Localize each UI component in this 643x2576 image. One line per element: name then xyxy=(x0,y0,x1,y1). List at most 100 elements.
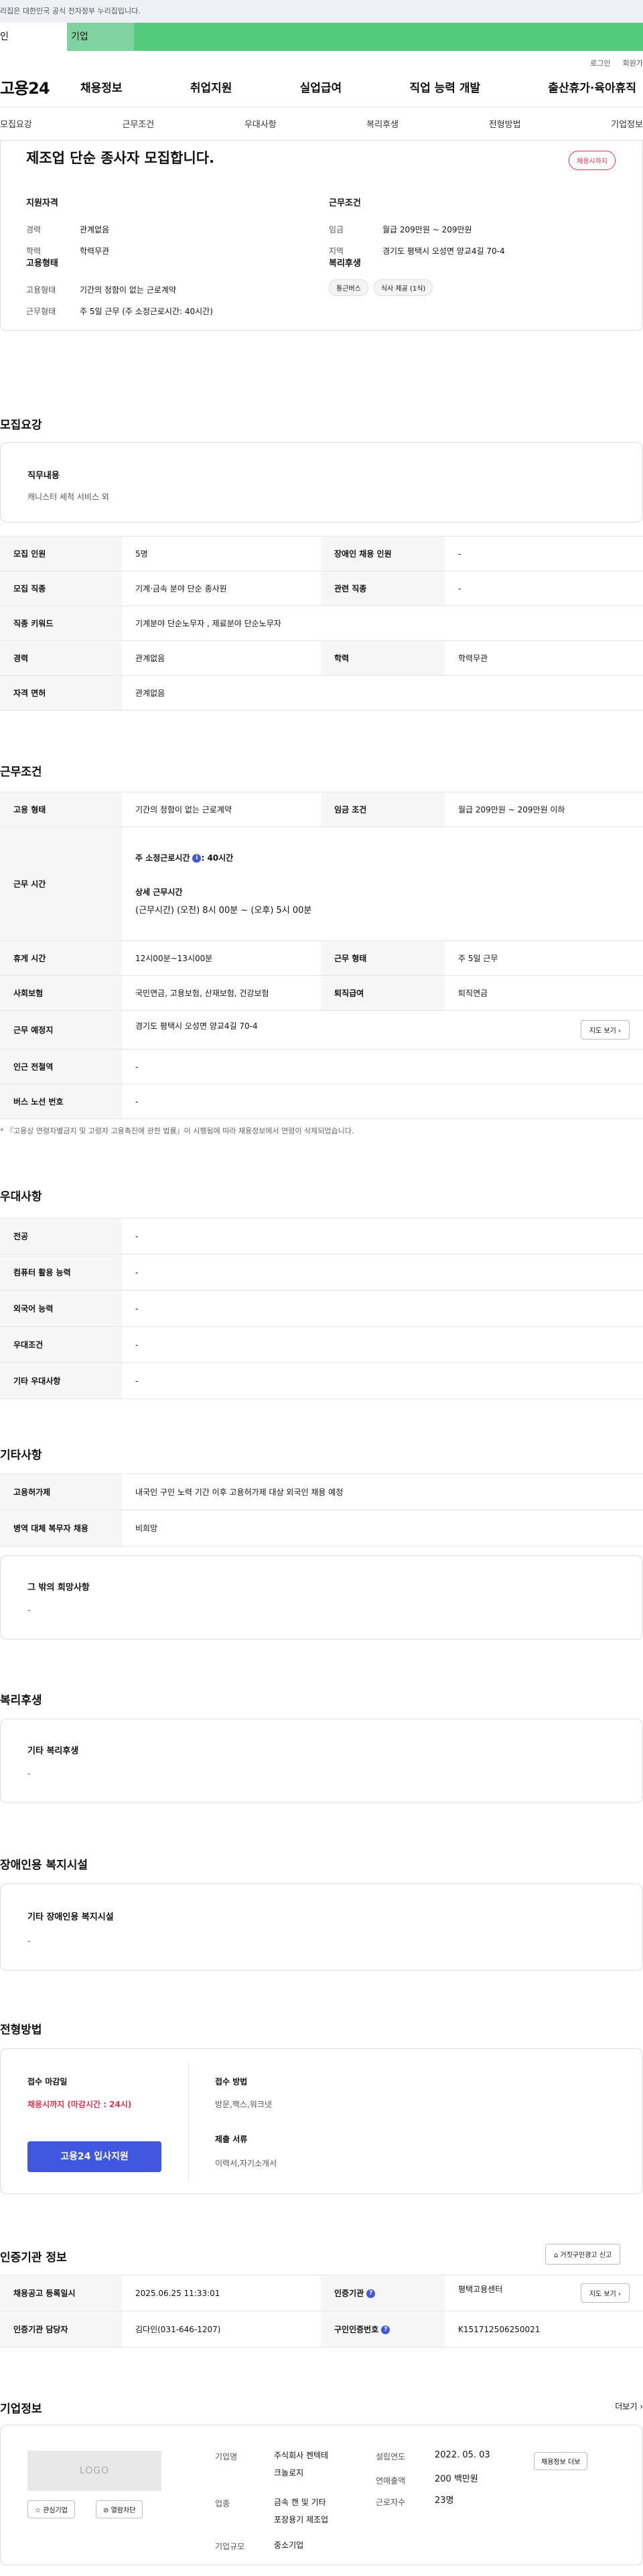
cell: 월급 209만원 ~ 209만원 이하 xyxy=(445,792,643,827)
nav-parental-leave[interactable]: 출산휴가·육아휴직 xyxy=(548,78,636,95)
cell-header: 사회보험 xyxy=(0,975,122,1011)
cell-header: 근무 형태 xyxy=(321,940,445,976)
work-table: 고용 형태 기간의 정함이 없는 근로계약 임금 조건 월급 209만원 ~ 209만… xyxy=(0,792,643,1119)
cell: 관계없음 xyxy=(122,675,643,711)
cell-header: 인증기관 담당자 xyxy=(0,2311,122,2348)
section-title-cert: 인증기관 정보 xyxy=(0,2251,67,2265)
cell: - xyxy=(445,536,643,571)
label: 고용형태 xyxy=(26,285,56,295)
etc-table: 고용허가제 내국인 구인 노력 기간 이후 고용허가제 대상 외국인 채용 예정 … xyxy=(0,1474,643,1547)
welfare-tag: 통근버스 xyxy=(329,279,368,296)
cell: - xyxy=(122,1049,643,1084)
cell: 주 5일 근무 xyxy=(445,940,643,976)
cell-header: 장애인 채용 인원 xyxy=(321,536,445,571)
employment-type-heading: 고용형태 xyxy=(26,259,58,269)
map-button[interactable]: 지도 보기 › xyxy=(580,2283,630,2303)
cell-header: 고용허가제 xyxy=(0,1474,122,1510)
tab-company[interactable]: 기업 xyxy=(67,23,134,51)
cert-number-label: 구인인증번호 xyxy=(334,2325,379,2334)
login-link[interactable]: 로그인 xyxy=(590,59,610,68)
welfare-section: 복리후생 통근버스 식사 제공 (1식) xyxy=(329,256,438,296)
table-row: 인증기관 담당자 김다인(031-646-1207) 구인인증번호? K1517125… xyxy=(0,2311,643,2348)
more-link[interactable]: 더보기 › xyxy=(615,2401,643,2412)
nav-unemployment-benefit[interactable]: 실업급여 xyxy=(300,78,342,95)
utility-links: 로그인 회원가 xyxy=(0,51,643,68)
cell: 5명 xyxy=(122,536,321,571)
welfare-card: 기타 복리후생 - xyxy=(0,1719,643,1803)
job-summary-card: 제조업 단순 종사자 모집합니다. 채용시까지 지원자격 경력 관계없음 학력 학력… xyxy=(0,141,643,331)
duty-label: 직무내용 xyxy=(27,471,60,481)
cell: 학력무관 xyxy=(445,640,643,676)
label: 근무형태 xyxy=(26,307,56,316)
nav-vocational-training[interactable]: 직업 능력 개발 xyxy=(409,78,480,95)
table-row: 고용 형태 기간의 정함이 없는 근로계약 임금 조건 월급 209만원 ~ 209만… xyxy=(0,792,643,827)
weekly-hours-label: 주 소정근로시간 xyxy=(135,853,190,863)
map-button[interactable]: 지도 보기 › xyxy=(580,1020,630,1040)
work-condition-heading: 근무조건 xyxy=(329,198,361,208)
industry-value: 포장용기 제조업 xyxy=(274,2515,329,2524)
label: 임금 xyxy=(329,225,344,234)
qualification-heading: 지원자격 xyxy=(26,198,58,208)
report-button[interactable]: ⌂ 거짓구인광고 신고 xyxy=(545,2244,621,2265)
nav-jobs[interactable]: 채용정보 xyxy=(80,78,123,95)
table-row: 모집 직종 기계·금속 분야 단순 종사원 관련 직종 - xyxy=(0,571,643,606)
work-location: 경기도 평택시 오성면 양교4길 70-4 xyxy=(135,1021,258,1031)
cell: 기간의 정함이 없는 근로계약 xyxy=(122,792,321,827)
status-badge: 채용시까지 xyxy=(569,151,616,170)
info-icon[interactable]: ? xyxy=(381,2325,390,2334)
employees-value: 23명 xyxy=(435,2496,454,2506)
divider xyxy=(188,2062,189,2180)
table-row: 전공 - xyxy=(0,1218,643,1255)
cell-header: 퇴직급여 xyxy=(321,975,445,1011)
info-icon[interactable]: ? xyxy=(366,2289,376,2298)
detail-hours-label: 상세 근무시간 xyxy=(135,887,183,897)
cell: K151712506250021 xyxy=(445,2311,643,2348)
cell: - xyxy=(122,1326,643,1363)
tab-conditions[interactable]: 근무조건 xyxy=(122,117,154,130)
cell-header: 학력 xyxy=(321,640,445,676)
tab-preference[interactable]: 우대사항 xyxy=(244,117,277,130)
company-jobs-button[interactable]: 채용정보 더보 xyxy=(534,2452,588,2470)
label: 근로자수 xyxy=(376,2498,406,2507)
cell: - xyxy=(122,1290,643,1327)
cell-header: 모집 인원 xyxy=(0,536,122,571)
nav-employment-support[interactable]: 취업지원 xyxy=(190,78,232,95)
tab-welfare[interactable]: 복리후생 xyxy=(366,117,399,130)
cell: - xyxy=(122,1362,643,1399)
table-row: 기타 우대사항 - xyxy=(0,1362,643,1399)
tab-recruit[interactable]: 모집요강 xyxy=(0,117,32,130)
tab-individual[interactable]: 인 xyxy=(0,23,67,51)
table-row: 자격 면허 관계없음 xyxy=(0,675,643,711)
favorite-company-button[interactable]: ☆ 관심기업 xyxy=(27,2500,75,2518)
table-row: 채용공고 등록일시 2025.06.25 11:33:01 인증기관? 평택고용센터 지… xyxy=(0,2275,643,2311)
apply-button[interactable]: 고용24 입사지원 xyxy=(27,2141,161,2172)
cell: 2025.06.25 11:33:01 xyxy=(122,2275,321,2311)
section-tabs: 모집요강 근무조건 우대사항 복리후생 전형방법 기업정보 xyxy=(0,107,643,141)
method-label: 접수 방법 xyxy=(215,2077,248,2086)
company-logo: LOGO xyxy=(27,2451,161,2491)
block-view-button[interactable]: ⊘ 열람차단 xyxy=(96,2500,143,2518)
company-name: 크놀로지 xyxy=(274,2468,304,2478)
cell: - xyxy=(445,571,643,606)
industry-value: 금속 캔 및 기타 xyxy=(274,2498,326,2507)
company-name: 주식회사 켄텍테 xyxy=(274,2451,329,2460)
age-note: * 『고용상 연령차별금지 및 고령자 고용촉진에 관한 법률』이 시행됨에 따… xyxy=(0,1127,354,1135)
signup-link[interactable]: 회원가 xyxy=(623,59,643,68)
cell-header: 경력 xyxy=(0,640,122,676)
info-icon[interactable]: i xyxy=(192,854,202,863)
site-logo[interactable]: 고용24 xyxy=(0,75,80,98)
cell-header: 인근 전철역 xyxy=(0,1049,122,1084)
section-title-disabled: 장애인용 복지시설 xyxy=(0,1859,88,1872)
other-wishes-label: 그 밖의 희망사항 xyxy=(27,1583,90,1593)
cert-org-value: 평택고용센터 xyxy=(458,2285,503,2294)
tab-selection[interactable]: 전형방법 xyxy=(489,117,521,130)
label: 기업규모 xyxy=(215,2542,245,2551)
favorite-label: 관심기업 xyxy=(43,2507,68,2514)
tab-company[interactable]: 기업정보 xyxy=(611,117,643,130)
label: 연매출액 xyxy=(376,2476,406,2486)
welfare-etc-label: 기타 복리후생 xyxy=(27,1746,79,1756)
detail-hours-value: (근무시간) (오전) 8시 00분 ~ (오후) 5시 00분 xyxy=(135,906,312,916)
gov-banner: 리집은 대한민국 공식 전자정부 누리집입니다. xyxy=(0,0,643,23)
cell-header: 버스 노선 번호 xyxy=(0,1084,122,1119)
table-row: 모집 인원 5명 장애인 채용 인원 - xyxy=(0,536,643,571)
